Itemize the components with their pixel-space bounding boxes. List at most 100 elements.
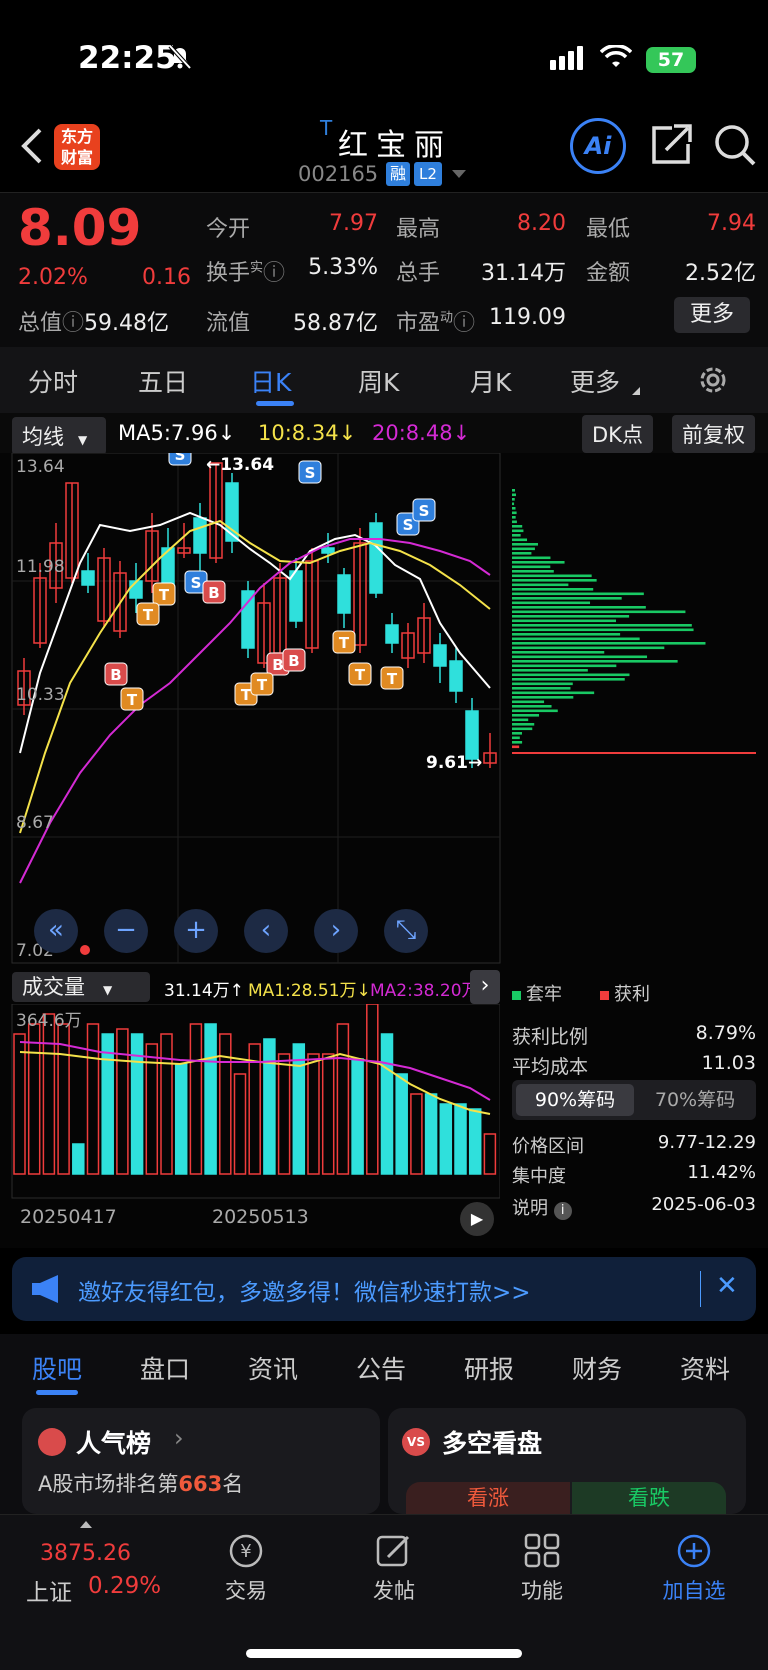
- next-icon[interactable]: ›: [314, 909, 358, 953]
- chip-70-button[interactable]: 70%筹码: [638, 1084, 752, 1116]
- volume-bar: [351, 1058, 364, 1175]
- divider: [700, 1271, 701, 1307]
- chip-bar: [512, 709, 558, 713]
- t-prefix: T: [320, 116, 333, 140]
- stock-header: 东方 财富 T 红宝丽 002165 融 L2 Ai: [0, 110, 768, 192]
- volume-bar: [42, 1013, 56, 1175]
- ma20-line: [19, 538, 491, 884]
- index-pct: 0.29%: [88, 1573, 162, 1599]
- nav-post[interactable]: 发帖: [372, 1533, 416, 1605]
- volume-select[interactable]: 成交量 ▼: [12, 972, 150, 1002]
- profit-ratio-label: 获利比例: [512, 1026, 589, 1048]
- low-value: 7.94: [707, 211, 756, 236]
- chip-bar: [512, 633, 621, 636]
- dk-point-button[interactable]: DK点: [582, 415, 653, 453]
- signal-letter: B: [272, 656, 283, 674]
- ma-select[interactable]: 均线 ▼: [12, 417, 106, 455]
- bear-button[interactable]: 看跌: [572, 1482, 726, 1514]
- dropdown-caret-icon[interactable]: [452, 170, 466, 178]
- volume-bar: [439, 1103, 453, 1175]
- chip-bar: [512, 610, 686, 614]
- kline-chart[interactable]: SSSSSBBBBTTTTTTTT 13.64 11.98 10.33 8.67…: [0, 442, 768, 973]
- chip-bar: [512, 547, 535, 551]
- ai-button[interactable]: Ai: [570, 118, 626, 174]
- chip-bar: [512, 498, 515, 501]
- candle-body: [433, 644, 447, 667]
- tab-five-day[interactable]: 五日: [138, 363, 188, 399]
- volume-chart[interactable]: 364.6万 20250417 20250513 ▶: [0, 1003, 501, 1248]
- volume-bar: [160, 1033, 173, 1175]
- more-button[interactable]: 更多: [674, 297, 750, 333]
- signal-letter: B: [288, 652, 299, 670]
- tab-news[interactable]: 资讯: [248, 1350, 298, 1386]
- expand-arrow-icon[interactable]: ›: [470, 970, 500, 1004]
- volume-bar: [366, 1003, 379, 1175]
- zoom-in-icon[interactable]: +: [174, 909, 218, 953]
- chip-bar: [512, 493, 516, 497]
- zoom-out-far-icon[interactable]: «: [34, 909, 78, 953]
- tab-intraday[interactable]: 分时: [28, 363, 78, 399]
- card-subtitle: A股市场排名第663名: [38, 1472, 244, 1496]
- period-tabs: 分时 五日 日K 周K 月K 更多: [0, 347, 768, 413]
- bottom-nav: 3875.26 上证 0.29% ¥ 交易 发帖 功能 加自选: [0, 1514, 768, 1670]
- tab-research[interactable]: 研报: [464, 1350, 514, 1386]
- search-icon[interactable]: [712, 122, 758, 172]
- nav-trade[interactable]: ¥ 交易: [224, 1533, 268, 1605]
- last-price: 8.09: [18, 199, 142, 257]
- quote-label: 最低: [586, 217, 631, 242]
- adjust-button[interactable]: 前复权: [672, 415, 755, 453]
- tab-profile[interactable]: 资料: [680, 1350, 730, 1386]
- fullscreen-icon[interactable]: ⤡: [384, 909, 428, 953]
- promo-banner[interactable]: 邀好友得红包，多邀多得！微信秒速打款>> ✕: [12, 1257, 756, 1321]
- expand-up-icon[interactable]: [80, 1521, 92, 1528]
- signal-letter: S: [175, 453, 186, 464]
- tab-monthly-k[interactable]: 月K: [470, 363, 511, 399]
- popularity-card[interactable]: 人气榜 › A股市场排名第663名: [22, 1408, 380, 1514]
- ma5-label: MA5:7.96↓: [118, 421, 236, 445]
- tab-indicator: [36, 1390, 78, 1395]
- chip-bar: [512, 489, 515, 492]
- chip-bar: [512, 745, 520, 749]
- signal-letter: S: [403, 516, 414, 534]
- app-logo: 东方 财富: [54, 124, 100, 170]
- share-icon[interactable]: [650, 122, 692, 170]
- card-title: 人气榜: [76, 1429, 152, 1458]
- tab-more[interactable]: 更多: [570, 363, 620, 399]
- chip-bar: [512, 538, 528, 542]
- info-tabs: 股吧 盘口 资讯 公告 研报 财务 资料: [0, 1334, 768, 1404]
- prev-icon[interactable]: ‹: [244, 909, 288, 953]
- ranking-icon: [38, 1428, 66, 1456]
- nav-add-watchlist[interactable]: 加自选: [656, 1533, 732, 1605]
- tab-daily-k[interactable]: 日K: [250, 363, 291, 399]
- chip-bar: [512, 606, 646, 609]
- date-value: 2025-06-03: [651, 1194, 756, 1215]
- candle-body: [241, 590, 255, 649]
- tab-pankou[interactable]: 盘口: [140, 1350, 190, 1386]
- tab-guba[interactable]: 股吧: [32, 1350, 82, 1386]
- chip-bar: [512, 552, 532, 555]
- chip-90-button[interactable]: 90%筹码: [516, 1084, 634, 1116]
- nav-function[interactable]: 功能: [520, 1533, 564, 1605]
- tab-announcements[interactable]: 公告: [356, 1350, 406, 1386]
- volume-bar: [174, 1063, 188, 1175]
- date-label: 20250417: [20, 1206, 117, 1228]
- price-range-value: 9.77-12.29: [657, 1132, 756, 1153]
- volume-bar: [454, 1103, 467, 1175]
- volume-bar: [395, 1073, 408, 1175]
- index-name[interactable]: 上证: [26, 1573, 72, 1607]
- back-icon[interactable]: [18, 126, 48, 166]
- chip-bar: [512, 651, 605, 654]
- tab-finance[interactable]: 财务: [572, 1350, 622, 1386]
- play-icon[interactable]: ▶: [460, 1202, 494, 1236]
- ma20-label: 20:8.48↓: [372, 421, 471, 445]
- close-icon[interactable]: ✕: [716, 1271, 738, 1301]
- bull-button[interactable]: 看涨: [406, 1482, 570, 1514]
- zoom-out-icon[interactable]: −: [104, 909, 148, 953]
- settings-gear-icon[interactable]: [696, 363, 730, 401]
- tab-weekly-k[interactable]: 周K: [358, 363, 399, 399]
- chip-bar: [512, 723, 535, 726]
- l2-badge: L2: [414, 162, 442, 186]
- bull-bear-card[interactable]: VS 多空看盘 看涨 看跌: [388, 1408, 746, 1514]
- low-marker: 9.61→: [426, 753, 483, 773]
- volume-bar: [380, 1033, 394, 1175]
